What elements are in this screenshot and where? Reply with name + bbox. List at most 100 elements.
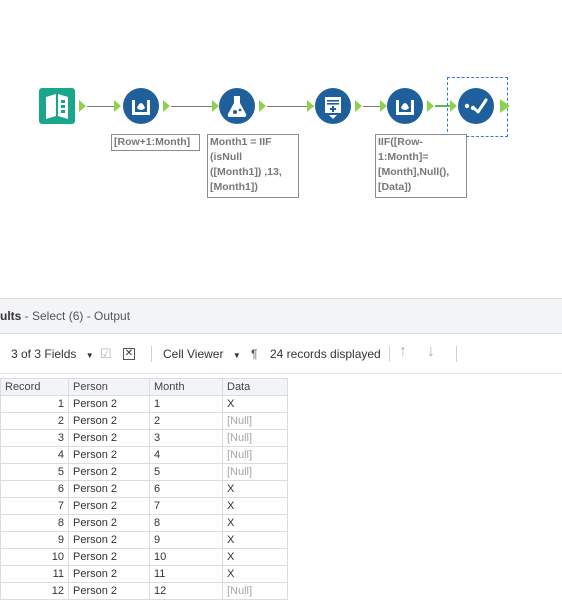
- results-subtitle: - Select (6) - Output: [21, 309, 131, 323]
- table-row[interactable]: 11 Person 2 11 X: [0, 565, 288, 583]
- table-cell[interactable]: [Null]: [222, 446, 288, 464]
- table-cell[interactable]: 12: [0, 582, 69, 600]
- connection-line: [171, 106, 218, 107]
- table-cell[interactable]: 10: [149, 548, 223, 566]
- table-cell[interactable]: 6: [149, 480, 223, 498]
- input-data-tool-icon[interactable]: [39, 88, 75, 124]
- record-id-tool-icon[interactable]: [315, 88, 351, 124]
- table-cell[interactable]: 1: [0, 395, 69, 413]
- table-cell[interactable]: 7: [149, 497, 223, 515]
- table-cell[interactable]: 11: [149, 565, 223, 583]
- workflow-canvas[interactable]: [Row+1:Month] Month1 = IIF (isNull ([Mon…: [0, 0, 562, 298]
- column-header-person[interactable]: Person: [68, 378, 150, 396]
- cell-viewer-label: Cell Viewer: [163, 347, 224, 361]
- output-anchor[interactable]: [355, 100, 362, 112]
- results-title: ults: [0, 309, 22, 323]
- output-anchor[interactable]: [500, 99, 510, 113]
- annotation-multi-row-1: [Row+1:Month]: [111, 134, 200, 151]
- table-cell[interactable]: Person 2: [68, 565, 150, 583]
- table-cell[interactable]: [Null]: [222, 582, 288, 600]
- cell-viewer-dropdown[interactable]: Cell Viewer ▼: [163, 346, 241, 362]
- table-cell[interactable]: 9: [149, 531, 223, 549]
- formula-tool-icon[interactable]: [219, 88, 255, 124]
- table-cell[interactable]: X: [222, 565, 288, 583]
- fields-dropdown[interactable]: 3 of 3 Fields ▼: [11, 346, 94, 362]
- column-header-record[interactable]: Record: [0, 378, 69, 396]
- table-row[interactable]: 6 Person 26X: [0, 480, 288, 498]
- table-cell[interactable]: 4: [0, 446, 69, 464]
- table-cell[interactable]: [Null]: [222, 463, 288, 481]
- table-row[interactable]: 2 Person 2 2 [Null]: [0, 412, 288, 430]
- table-cell[interactable]: Person 2: [68, 463, 150, 481]
- pilcrow-icon[interactable]: ¶: [251, 346, 257, 362]
- table-cell[interactable]: X: [222, 514, 288, 532]
- table-cell[interactable]: [Null]: [222, 429, 288, 447]
- table-cell[interactable]: 6: [0, 480, 69, 498]
- input-anchor[interactable]: [212, 100, 219, 112]
- table-cell[interactable]: Person 2: [68, 480, 150, 498]
- table-cell[interactable]: X: [222, 548, 288, 566]
- table-cell[interactable]: 3: [0, 429, 69, 447]
- fields-label: 3 of 3 Fields: [11, 347, 77, 361]
- output-anchor[interactable]: [79, 100, 86, 112]
- multi-row-formula-tool-icon[interactable]: [123, 88, 159, 124]
- table-cell[interactable]: 7: [0, 497, 69, 515]
- table-header-row: Record Person Month Data: [0, 378, 288, 396]
- table-row[interactable]: 4 Person 2 4 [Null]: [0, 446, 288, 464]
- table-row[interactable]: 12 Person 2 12 [Null]: [0, 582, 288, 600]
- output-anchor[interactable]: [259, 100, 266, 112]
- table-cell[interactable]: Person 2: [68, 548, 150, 566]
- table-cell[interactable]: X: [222, 497, 288, 515]
- arrow-down-icon[interactable]: ↓: [427, 344, 435, 360]
- annotation-formula: Month1 = IIF (isNull ([Month1]) ,13, [Mo…: [207, 134, 299, 198]
- table-cell[interactable]: 2: [149, 412, 223, 430]
- table-cell[interactable]: 9: [0, 531, 69, 549]
- table-cell[interactable]: 5: [0, 463, 69, 481]
- table-cell[interactable]: Person 2: [68, 531, 150, 549]
- table-cell[interactable]: [Null]: [222, 412, 288, 430]
- table-cell[interactable]: 1: [149, 395, 223, 413]
- table-row[interactable]: 8 Person 28X: [0, 514, 288, 532]
- table-cell[interactable]: X: [222, 531, 288, 549]
- table-cell[interactable]: Person 2: [68, 395, 150, 413]
- results-header: ults - Select (6) - Output: [0, 298, 562, 334]
- table-cell[interactable]: Person 2: [68, 446, 150, 464]
- multi-row-formula-tool-icon[interactable]: [387, 88, 423, 124]
- table-cell[interactable]: 12: [149, 582, 223, 600]
- output-anchor[interactable]: [427, 100, 434, 112]
- table-cell[interactable]: Person 2: [68, 412, 150, 430]
- table-cell[interactable]: X: [222, 480, 288, 498]
- input-anchor[interactable]: [307, 100, 314, 112]
- checkbox-icon[interactable]: ☑: [100, 346, 112, 362]
- table-row[interactable]: 7 Person 27X: [0, 497, 288, 515]
- column-header-data[interactable]: Data: [222, 378, 288, 396]
- input-anchor[interactable]: [380, 100, 387, 112]
- table-cell[interactable]: 4: [149, 446, 223, 464]
- table-cell[interactable]: Person 2: [68, 582, 150, 600]
- table-cell[interactable]: Person 2: [68, 497, 150, 515]
- select-tool-icon[interactable]: [458, 88, 494, 124]
- results-table: Record Person Month Data 1 Person 2 1 X 2 Per…: [0, 378, 288, 600]
- arrow-up-icon[interactable]: ↑: [399, 344, 407, 360]
- table-cell[interactable]: 3: [149, 429, 223, 447]
- table-row[interactable]: 9 Person 29X: [0, 531, 288, 549]
- deselect-icon[interactable]: ✕: [123, 348, 135, 360]
- table-cell[interactable]: Person 2: [68, 514, 150, 532]
- table-cell[interactable]: 8: [149, 514, 223, 532]
- table-row[interactable]: 3 Person 2 3 [Null]: [0, 429, 288, 447]
- table-row[interactable]: 1 Person 21X: [0, 395, 288, 413]
- table-cell[interactable]: 10: [0, 548, 69, 566]
- table-cell[interactable]: X: [222, 395, 288, 413]
- table-cell[interactable]: Person 2: [68, 429, 150, 447]
- input-anchor[interactable]: [114, 100, 121, 112]
- table-row[interactable]: 5 Person 2 5 [Null]: [0, 463, 288, 481]
- table-cell[interactable]: 2: [0, 412, 69, 430]
- toolbar-divider: [456, 346, 457, 362]
- table-cell[interactable]: 5: [149, 463, 223, 481]
- results-toolbar: 3 of 3 Fields ▼ ☑ ✕ Cell Viewer ▼ ¶ 24 r…: [0, 334, 562, 374]
- output-anchor[interactable]: [163, 100, 170, 112]
- table-row[interactable]: 10 Person 2 10 X: [0, 548, 288, 566]
- table-cell[interactable]: 11: [0, 565, 69, 583]
- column-header-month[interactable]: Month: [149, 378, 223, 396]
- table-cell[interactable]: 8: [0, 514, 69, 532]
